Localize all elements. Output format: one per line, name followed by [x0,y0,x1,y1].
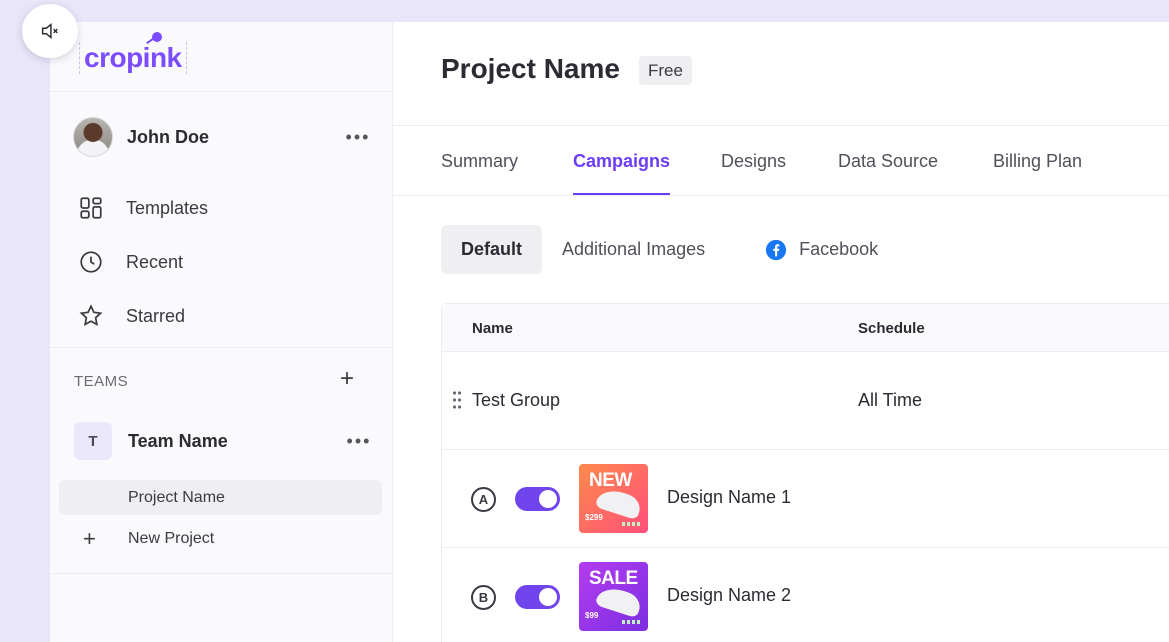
sidebar-item-recent[interactable]: Recent [78,247,183,277]
page-header: Project Name Free [393,22,1169,126]
user-name: John Doe [127,126,210,147]
logo-dot-icon [151,32,162,42]
subtab-additional-images[interactable]: Additional Images [542,225,725,274]
team-more-options-icon[interactable]: ••• [344,431,374,452]
mute-button[interactable] [22,4,78,58]
star-icon [79,304,103,326]
table-row-group[interactable]: Test Group All Time [442,352,1169,450]
campaign-subtabs: Default Additional Images Facebook [441,225,898,274]
tab-campaigns[interactable]: Campaigns [573,151,671,195]
page-title: Project Name [441,53,620,84]
subtab-facebook[interactable]: Facebook [745,225,898,274]
logo-row: cropink [50,22,392,92]
column-header-name: Name [472,320,513,337]
add-team-icon[interactable]: + [340,367,354,391]
subtab-default[interactable]: Default [441,225,543,274]
design-toggle[interactable] [515,585,560,609]
thumbnail-price: $99 [585,611,599,620]
design-name: Design Name 2 [667,585,792,605]
facebook-icon [766,239,787,260]
tab-designs[interactable]: Designs [721,151,786,195]
tab-bar: Summary Campaigns Designs Data Source Bi… [393,126,1169,196]
templates-grid-icon [80,197,102,219]
design-thumbnail[interactable]: SALE $99 [579,562,648,631]
design-name: Design Name 1 [667,487,792,507]
new-project-button[interactable]: + New Project [83,527,214,551]
rating-dots-icon [622,620,642,624]
thumbnail-text: NEW [589,470,632,491]
main-content: Project Name Free Summary Campaigns Desi… [393,22,1169,642]
tab-billing-plan[interactable]: Billing Plan [993,151,1082,195]
drag-handle-icon[interactable] [452,390,462,410]
sidebar-item-label: Recent [126,251,184,272]
table-row[interactable]: A NEW $299 Design Name 1 [442,450,1169,548]
sidebar-item-project[interactable]: Project Name [59,480,382,515]
logo[interactable]: cropink [79,32,187,74]
design-toggle[interactable] [515,487,560,511]
speaker-muted-icon [41,23,58,39]
team-item[interactable]: T Team Name ••• [74,422,374,460]
team-name: Team Name [128,430,228,451]
tab-data-source[interactable]: Data Source [838,151,938,195]
group-name: Test Group [472,390,561,410]
campaign-table: Name Schedule Test Group All Time A NEW [441,303,1169,642]
group-schedule: All Time [858,390,923,410]
table-header: Name Schedule [442,304,1169,352]
more-options-icon[interactable]: ••• [343,127,373,148]
column-header-schedule: Schedule [858,320,925,337]
sidebar-item-templates[interactable]: Templates [78,193,208,223]
design-thumbnail[interactable]: NEW $299 [579,464,648,533]
plan-badge: Free [639,56,692,85]
sidebar: cropink John Doe ••• Templates Recent St… [50,22,393,642]
thumbnail-text: SALE [589,568,638,589]
table-row[interactable]: B SALE $99 Design Name 2 [442,548,1169,642]
app-window: cropink John Doe ••• Templates Recent St… [50,22,1169,642]
clock-icon [80,251,102,273]
variant-letter: B [471,585,496,610]
thumbnail-price: $299 [585,513,603,522]
new-project-label: New Project [128,530,215,547]
sidebar-item-label: Starred [126,305,186,326]
user-row[interactable]: John Doe ••• [73,117,373,157]
sidebar-item-label: Templates [126,197,209,218]
divider [50,347,393,348]
rating-dots-icon [622,522,642,526]
variant-letter: A [471,487,496,512]
sidebar-item-starred[interactable]: Starred [78,301,185,331]
divider [50,573,393,574]
teams-heading: TEAMS [74,373,129,390]
avatar [73,117,113,157]
subtab-label: Facebook [799,239,879,259]
logo-text: cropink [84,42,182,73]
plus-icon: + [83,526,96,551]
team-badge: T [74,422,112,460]
tab-summary[interactable]: Summary [441,151,518,195]
